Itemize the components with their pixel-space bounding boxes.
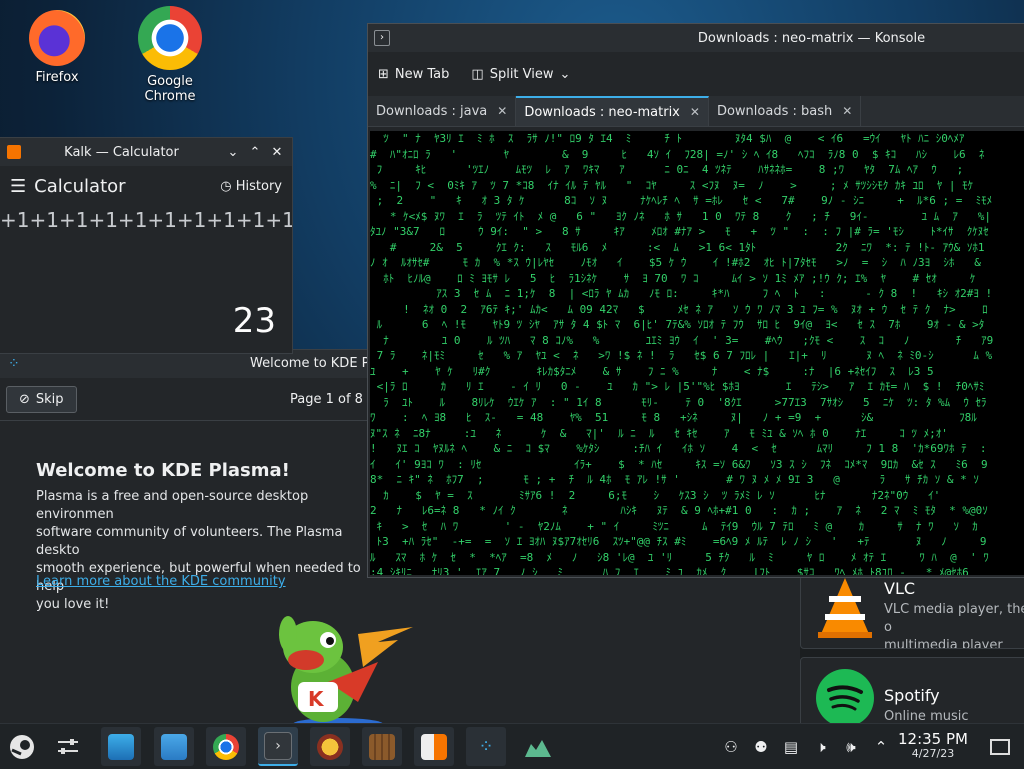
- expression-display[interactable]: +1+1+1+1+1+1+1+1+1+1+1: [0, 208, 292, 232]
- split-view-label: Split View: [489, 66, 554, 82]
- new-tab-icon: ⊞: [378, 66, 389, 82]
- folder-icon: [161, 733, 187, 760]
- desktop-icon-label: Firefox: [35, 70, 79, 85]
- welcome-task-button[interactable]: ⁘: [466, 727, 506, 766]
- settings-button[interactable]: [48, 727, 88, 766]
- firefox-icon: [29, 10, 85, 66]
- new-tab-label: New Tab: [394, 66, 450, 82]
- close-tab-icon[interactable]: ✕: [690, 105, 700, 119]
- tab-label: Downloads : java: [376, 103, 488, 119]
- app-card-spotify[interactable]: Spotify Online music streaming: [800, 657, 1024, 729]
- clock-icon: ◷: [220, 178, 232, 194]
- maximize-button[interactable]: ⌃: [244, 145, 266, 160]
- crafting-table-icon: [369, 733, 395, 760]
- split-view-button[interactable]: ◫ Split View ⌄: [471, 67, 570, 82]
- sliders-icon: [58, 738, 78, 754]
- kde-welcome-icon: ⁘: [478, 736, 494, 757]
- chrome-icon: [213, 733, 239, 760]
- minimize-button[interactable]: ⌄: [222, 145, 244, 160]
- konsole-tab-bar: Downloads : java ✕ Downloads : neo-matri…: [368, 96, 1024, 127]
- system-monitor-icon: [525, 739, 551, 757]
- taskbar-panel: › ⁘ ⚇ ⚉ ▤ 🕨 🕪 ⌃ 12:35 PM 4/27/23: [0, 723, 1024, 769]
- calculator-icon: [421, 733, 447, 760]
- konsole-app-icon: ›: [374, 30, 390, 46]
- terminal-icon: ›: [264, 731, 292, 760]
- show-desktop-icon: [990, 738, 1010, 755]
- svg-text:K: K: [308, 687, 325, 711]
- system-tray: ⚇ ⚉ ▤ 🕨 🕪 ⌃: [716, 724, 896, 769]
- clock-date: 4/27/23: [911, 747, 955, 760]
- result-display: 23: [232, 301, 276, 341]
- window-title: Welcome to KDE Pl: [250, 356, 374, 371]
- app-name: VLC: [884, 579, 916, 598]
- desktop-icon-firefox[interactable]: Firefox: [7, 10, 107, 85]
- spotify-icon: [816, 669, 874, 727]
- tab-label: Downloads : bash: [716, 103, 833, 119]
- skip-label: Skip: [35, 391, 64, 407]
- wine-task-button[interactable]: [310, 727, 350, 766]
- app-name: Spotify: [884, 686, 940, 705]
- steam-deck-logo-icon: [10, 734, 34, 759]
- minecraft-task-button[interactable]: [362, 727, 402, 766]
- user-icon[interactable]: ⚇: [716, 738, 746, 756]
- welcome-description: Plasma is a free and open-source desktop…: [36, 489, 361, 612]
- clipboard-icon[interactable]: ▤: [776, 738, 806, 756]
- konsole-titlebar[interactable]: › Downloads : neo-matrix — Konsole: [368, 24, 1024, 52]
- users-icon[interactable]: ⚉: [746, 738, 776, 756]
- volume-icon[interactable]: 🕪: [836, 738, 866, 756]
- page-indicator: Page 1 of 8: [290, 392, 363, 407]
- page-title: Welcome to KDE Plasma!: [36, 460, 290, 481]
- chevron-down-icon: ⌄: [559, 66, 571, 82]
- calculator-app-icon: [7, 145, 21, 159]
- vlc-icon: [818, 578, 872, 638]
- konqi-mascot-image: K: [279, 616, 413, 727]
- wine-glass-icon: [317, 733, 343, 760]
- terminal-matrix-output[interactable]: ﾂ " ﾅ ﾔ3ﾘ ｴ ﾐ ﾎ ｽ ﾗｻ ﾉ!" ﾛ9 ﾀ ｴ4 ﾐ ﾁ ﾄ ﾇ…: [370, 131, 1024, 575]
- new-tab-button[interactable]: ⊞ New Tab: [378, 67, 449, 82]
- skip-button[interactable]: ⊘ Skip: [6, 385, 77, 413]
- tab-label: Downloads : neo-matrix: [524, 104, 680, 120]
- chrome-task-button[interactable]: [206, 727, 246, 766]
- history-label: History: [235, 178, 282, 194]
- tab-downloads-neo-matrix[interactable]: Downloads : neo-matrix ✕: [516, 96, 709, 126]
- calculator-header: ☰ Calculator ◷ History: [0, 166, 292, 206]
- show-desktop-button[interactable]: [980, 727, 1020, 766]
- hamburger-menu-icon[interactable]: ☰: [10, 176, 26, 197]
- close-tab-icon[interactable]: ✕: [842, 104, 852, 118]
- konsole-window: › Downloads : neo-matrix — Konsole ⊞ New…: [367, 23, 1024, 578]
- calculator-titlebar[interactable]: Kalk — Calculator ⌄ ⌃ ✕: [0, 138, 292, 166]
- audio-muted-icon[interactable]: 🕨: [806, 738, 836, 756]
- desktop-icon-label: Google Chrome: [144, 74, 196, 104]
- discover-store-icon: [108, 733, 134, 760]
- discover-task-button[interactable]: [101, 727, 141, 766]
- app-card-vlc[interactable]: VLC VLC media player, the o multimedia p…: [800, 575, 1024, 649]
- application-launcher-button[interactable]: [2, 727, 42, 766]
- desktop-icon-google-chrome[interactable]: Google Chrome: [120, 6, 220, 104]
- dolphin-task-button[interactable]: [154, 727, 194, 766]
- tab-downloads-bash[interactable]: Downloads : bash ✕: [709, 96, 862, 126]
- cancel-icon: ⊘: [19, 391, 30, 407]
- app-description: VLC media player, the o multimedia playe…: [884, 602, 1024, 649]
- chevron-up-icon[interactable]: ⌃: [866, 738, 896, 756]
- system-monitor-task-button[interactable]: [518, 727, 558, 766]
- kalk-task-button[interactable]: [414, 727, 454, 766]
- window-title: Downloads : neo-matrix — Konsole: [697, 30, 926, 46]
- split-view-icon: ◫: [471, 66, 484, 82]
- konsole-task-button[interactable]: ›: [258, 727, 298, 766]
- clock-time: 12:35 PM: [898, 730, 968, 748]
- calculator-title: Calculator: [34, 175, 126, 197]
- calculator-window: Kalk — Calculator ⌄ ⌃ ✕ ☰ Calculator ◷ H…: [0, 137, 293, 354]
- close-tab-icon[interactable]: ✕: [497, 104, 507, 118]
- konsole-toolbar: ⊞ New Tab ◫ Split View ⌄: [368, 52, 1024, 96]
- digital-clock[interactable]: 12:35 PM 4/27/23: [893, 730, 973, 760]
- chrome-icon: [138, 6, 202, 70]
- close-button[interactable]: ✕: [266, 145, 288, 160]
- tab-downloads-java[interactable]: Downloads : java ✕: [368, 96, 517, 126]
- window-title: Kalk — Calculator: [64, 144, 179, 160]
- welcome-app-icon: ⁘: [8, 356, 20, 372]
- history-button[interactable]: ◷ History: [220, 179, 282, 194]
- kde-community-link[interactable]: Learn more about the KDE community: [36, 574, 286, 589]
